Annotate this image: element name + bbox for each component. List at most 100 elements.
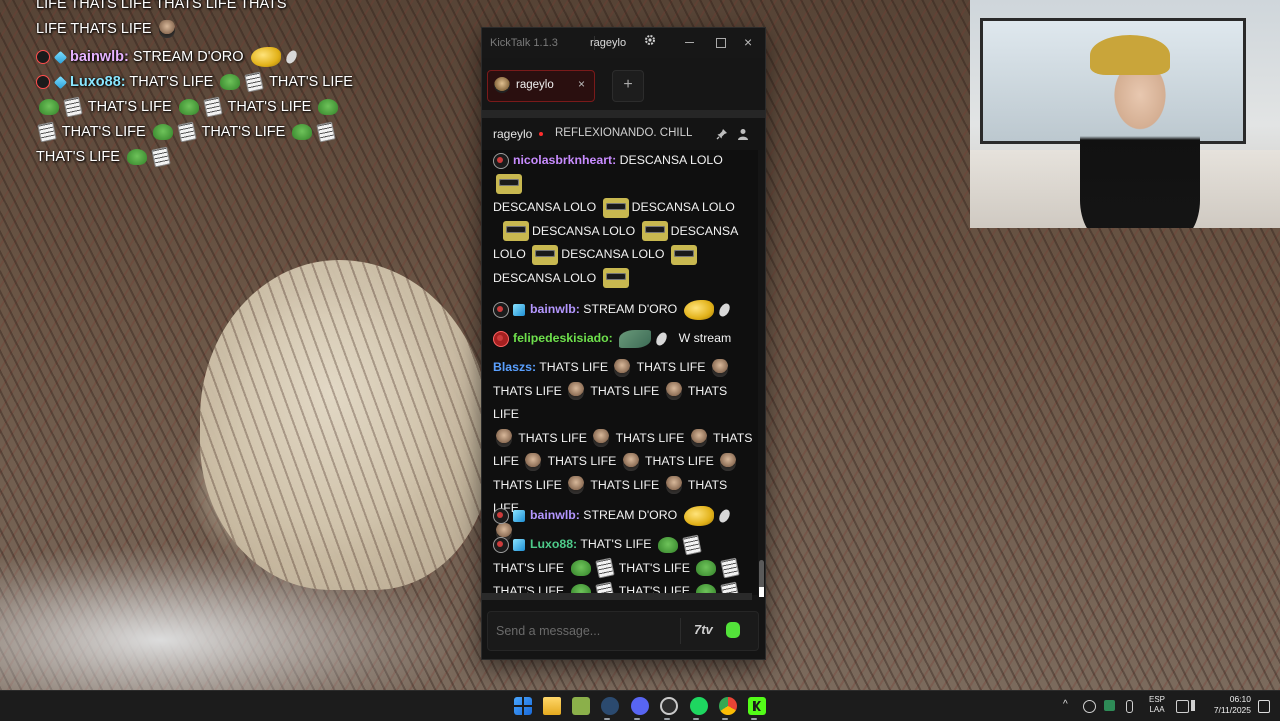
chat-text: THATS LIFE (590, 477, 660, 492)
tab-close-icon[interactable]: × (578, 77, 585, 91)
chat-text: THATS LIFE (636, 360, 706, 374)
overlay-line: THAT'S LIFE THAT'S LIFE (36, 120, 366, 145)
subscriber-badge-icon (513, 538, 525, 551)
scrollbar-thumb[interactable] (759, 560, 764, 590)
chat-username[interactable]: bainwlb: (530, 302, 580, 316)
paper-emote-icon (244, 71, 264, 93)
keyboard-layout: LAA (1149, 705, 1165, 714)
add-tab-button[interactable]: + (612, 70, 644, 102)
man-emote-icon (711, 358, 728, 377)
spotify-icon[interactable] (690, 697, 708, 715)
tabs-divider (482, 110, 765, 118)
chat-text: THATS LIFE (493, 477, 562, 492)
tab-label: rageylo (516, 79, 554, 91)
pepe-emote-icon (570, 560, 591, 577)
paper-emote-icon (316, 121, 337, 143)
start-button-icon[interactable] (514, 697, 532, 715)
man-emote-icon (568, 476, 585, 495)
chat-text: THAT'S LIFE (493, 560, 565, 575)
chat-text: DESCANSA LOLO (631, 200, 735, 214)
overlay-message-text: THAT'S LIFE (227, 99, 312, 115)
chat-text: THATS LIFE (645, 454, 714, 468)
paper-emote-icon (176, 121, 197, 143)
overlay-message-text: THAT'S LIFE (36, 149, 120, 165)
sync-icon[interactable] (1083, 700, 1096, 713)
man-emote-icon (496, 429, 512, 448)
close-window-button[interactable]: × (744, 34, 752, 52)
chat-text: THATS LIFE (539, 360, 609, 374)
paper-emote-icon (682, 534, 702, 556)
pepe-emote-icon (39, 99, 59, 116)
chat-username[interactable]: nicolasbrknheart: (513, 153, 616, 167)
channel-name[interactable]: rageylo (493, 127, 532, 141)
seventv-emotes-button[interactable]: 7tv (694, 622, 713, 637)
language-indicator[interactable]: ESP LAA (1148, 695, 1166, 715)
chat-username[interactable]: bainwlb: (530, 508, 580, 522)
man-emote-icon (525, 452, 542, 471)
kick-icon[interactable] (748, 697, 766, 715)
kicktalk-window: KickTalk 1.1.3 rageylo × rageylo × + rag… (481, 27, 766, 660)
chrome-icon[interactable] (719, 697, 737, 715)
network-icon[interactable] (1176, 700, 1189, 713)
glasses-emote-icon (602, 197, 629, 218)
notification-bell-icon[interactable] (1258, 700, 1270, 713)
settings-gear-icon[interactable] (644, 34, 656, 46)
overlay-username: Luxo88: (70, 74, 126, 90)
streamer-beanie (1090, 35, 1170, 75)
message-input-bar: 7tv (487, 611, 759, 651)
chat-text: THATS (713, 430, 753, 445)
app-icon[interactable] (572, 697, 590, 715)
windows-taskbar: ^ ESP LAA 06:10 7/11/2025 (0, 690, 1280, 721)
titlebar-username[interactable]: rageylo (590, 37, 626, 55)
chat-text: LIFE (493, 454, 519, 468)
paper-emote-icon (202, 96, 223, 118)
show-hidden-icons-button[interactable]: ^ (1063, 699, 1068, 710)
pin-icon[interactable] (716, 127, 728, 140)
man-emote-icon (690, 429, 707, 448)
chat-text: THATS LIFE (547, 454, 617, 468)
kick-emote-button-icon[interactable] (726, 622, 740, 638)
chat-text: W stream (678, 331, 732, 345)
overlay-line: THAT'S LIFE THAT'S LIFE (36, 95, 366, 120)
kick-badge-icon (493, 301, 509, 318)
pepe-emote-icon (318, 99, 339, 116)
chat-scrollbar[interactable] (758, 150, 765, 597)
pepe-emote-icon (126, 149, 147, 166)
steam-icon[interactable] (601, 697, 619, 715)
discord-icon[interactable] (631, 697, 649, 715)
overlay-message-text: THAT'S LIFE (269, 74, 353, 90)
chat-messages[interactable]: nicolasbrknheart: DESCANSA LOLO DESCANSA… (482, 150, 758, 595)
chat-text: THAT'S LIFE (618, 560, 690, 575)
system-clock[interactable]: 06:10 7/11/2025 (1203, 694, 1251, 716)
microphone-icon[interactable] (1126, 700, 1133, 713)
webcam-feed (970, 0, 1280, 228)
overlay-line: THAT'S LIFE (36, 145, 366, 170)
overlay-message-text: THAT'S LIFE (129, 74, 214, 90)
subscriber-badge-icon (53, 75, 68, 89)
chat-text: DESCANSA LOLO (493, 270, 597, 285)
glasses-emote-icon (496, 174, 522, 195)
message-input[interactable] (494, 620, 678, 642)
chat-username[interactable]: Blaszs: (493, 360, 536, 374)
app-tray-icon[interactable] (1104, 700, 1115, 711)
feather-emote-icon (716, 507, 732, 525)
man-emote-icon (622, 452, 639, 471)
minimize-button[interactable] (685, 42, 694, 43)
obs-icon[interactable] (660, 697, 678, 715)
volume-icon[interactable] (1191, 700, 1201, 711)
window-titlebar[interactable]: KickTalk 1.1.3 rageylo × (482, 28, 765, 58)
horizontal-scrollbar[interactable] (482, 593, 752, 600)
file-explorer-icon[interactable] (543, 697, 561, 715)
chat-text: STREAM D'ORO (583, 508, 678, 522)
paper-emote-icon (151, 146, 171, 168)
chat-username[interactable]: Luxo88: (530, 537, 577, 551)
man-emote-icon (614, 358, 631, 377)
chat-text: THATS LIFE (518, 430, 587, 445)
tab-rageylo[interactable]: rageylo × (487, 70, 595, 102)
user-list-icon[interactable] (737, 127, 749, 140)
maximize-button[interactable] (716, 38, 726, 48)
man-emote-icon (665, 476, 682, 495)
paper-emote-icon (720, 557, 741, 579)
chat-username[interactable]: felipedeskisiado: (513, 331, 613, 345)
paper-emote-icon (63, 96, 83, 118)
